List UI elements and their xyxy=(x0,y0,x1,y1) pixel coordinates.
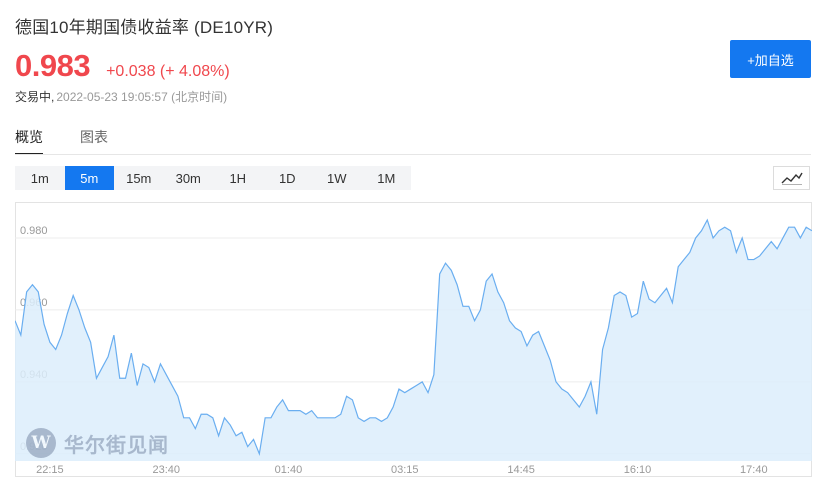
x-tick-label: 17:40 xyxy=(740,464,768,476)
x-tick-label: 16:10 xyxy=(624,464,652,476)
x-tick-label: 22:15 xyxy=(36,464,64,476)
x-tick-label: 14:45 xyxy=(507,464,535,476)
x-tick-label: 01:40 xyxy=(275,464,303,476)
chart-type-button[interactable] xyxy=(773,166,810,190)
trading-status-row: 交易中, 2022-05-23 19:05:57 (北京时间) xyxy=(15,88,227,105)
x-tick-label: 23:40 xyxy=(152,464,180,476)
interval-15m-button[interactable]: 15m xyxy=(114,166,164,190)
interval-1d-button[interactable]: 1D xyxy=(263,166,313,190)
watermark: W 华尔街见闻 xyxy=(26,428,169,458)
line-chart-icon xyxy=(781,172,803,185)
main-tabs: 概览 图表 xyxy=(15,127,145,155)
trading-status: 交易中, xyxy=(15,90,55,104)
series-area xyxy=(15,219,812,461)
quote-timestamp: 2022-05-23 19:05:57 (北京时间) xyxy=(56,90,228,104)
interval-1h-button[interactable]: 1H xyxy=(213,166,263,190)
page-title: 德国10年期国债收益率 (DE10YR) xyxy=(15,18,274,37)
y-tick-label: 0.980 xyxy=(20,225,48,237)
price-change: +0.038 (+ 4.08%) xyxy=(106,63,230,80)
tab-chart[interactable]: 图表 xyxy=(80,127,108,155)
tabs-divider xyxy=(15,154,811,155)
watermark-logo: W xyxy=(26,428,56,458)
interval-1mo-button[interactable]: 1M xyxy=(362,166,412,190)
x-tick-label: 03:15 xyxy=(391,464,419,476)
watermark-text: 华尔街见闻 xyxy=(64,432,169,457)
interval-selector: 1m 5m 15m 30m 1H 1D 1W 1M xyxy=(15,166,411,190)
interval-1m-button[interactable]: 1m xyxy=(15,166,65,190)
quote-summary: 0.983 +0.038 (+ 4.08%) xyxy=(15,48,230,84)
add-watchlist-button[interactable]: +加自选 xyxy=(730,40,811,78)
interval-1w-button[interactable]: 1W xyxy=(312,166,362,190)
interval-30m-button[interactable]: 30m xyxy=(164,166,214,190)
current-price: 0.983 xyxy=(15,48,91,83)
interval-5m-button[interactable]: 5m xyxy=(64,166,114,190)
tab-overview[interactable]: 概览 xyxy=(15,127,43,155)
